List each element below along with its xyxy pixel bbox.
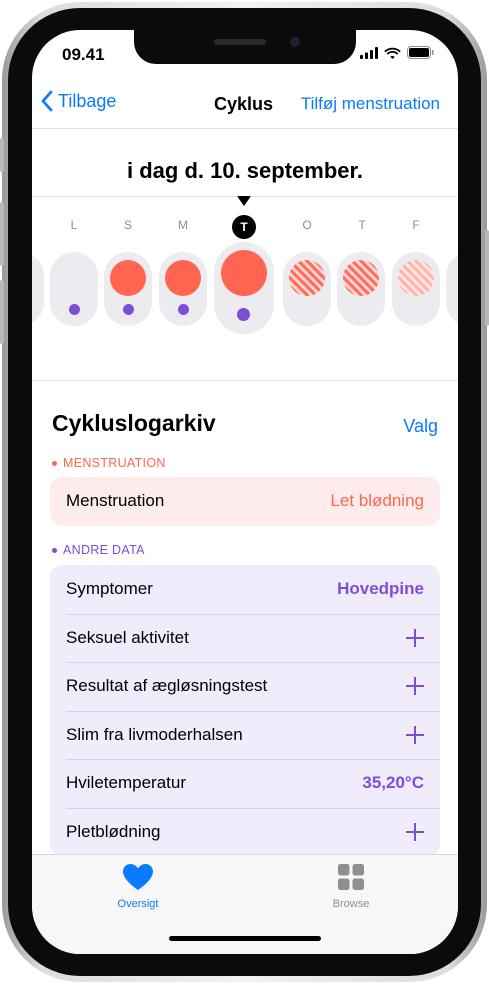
- tab-browse-label: Browse: [332, 898, 370, 910]
- chevron-left-icon: [41, 90, 53, 112]
- other-data-dot: [123, 304, 134, 315]
- back-button[interactable]: Tilbage: [40, 90, 116, 112]
- notch: [134, 30, 356, 64]
- row-label: Symptomer: [66, 579, 153, 599]
- cervical-mucus-row[interactable]: Slim fra livmoderhalsen: [50, 710, 440, 760]
- silent-switch: [0, 138, 4, 172]
- day-letter: S: [123, 218, 132, 232]
- predicted-flow-mark: [289, 260, 325, 296]
- symptoms-row[interactable]: Symptomer Hovedpine: [50, 565, 440, 614]
- menstruation-flow-mark: [110, 260, 146, 296]
- battery-icon: [407, 46, 434, 59]
- predicted-flow-mark: [343, 260, 379, 296]
- other-data-dot: [178, 304, 189, 315]
- grid-icon: [338, 864, 364, 890]
- status-icons: [360, 46, 434, 59]
- menstruation-flow-mark: [165, 260, 201, 296]
- home-indicator[interactable]: [169, 936, 321, 941]
- back-label: Tilbage: [58, 90, 117, 111]
- row-value: 35,20°C: [362, 773, 424, 793]
- sexual-activity-row[interactable]: Seksuel aktivitet: [50, 613, 440, 663]
- heart-icon: [123, 864, 153, 890]
- other-data-section-label: ANDRE DATA: [63, 543, 145, 557]
- status-time: 09.41: [62, 45, 105, 64]
- menstruation-flow-mark: [221, 250, 267, 296]
- day-letter: T: [358, 218, 366, 232]
- row-label: Pletblødning: [66, 821, 161, 841]
- other-data-dot: [237, 308, 250, 321]
- spotting-row[interactable]: Pletblødning: [50, 807, 440, 857]
- day-letter: F: [412, 218, 420, 232]
- bullet-dot: [52, 460, 57, 466]
- day-pill-sunday[interactable]: [159, 252, 207, 326]
- bullet-dot: [52, 547, 57, 553]
- day-pill-partial-right[interactable]: [446, 252, 458, 326]
- camera: [290, 37, 300, 47]
- navigation-bar: Tilbage Cyklus Tilføj menstruation: [32, 86, 458, 126]
- today-badge: T: [232, 215, 256, 239]
- plus-icon[interactable]: [406, 628, 424, 647]
- row-label: Slim fra livmoderhalsen: [66, 724, 243, 744]
- volume-up-button: [0, 202, 4, 266]
- day-letter: O: [302, 218, 312, 232]
- speaker: [214, 39, 266, 45]
- menstruation-section-header: MENSTRUATION: [52, 456, 166, 470]
- day-pill-onsdag[interactable]: [283, 252, 331, 326]
- plus-icon[interactable]: [406, 677, 424, 696]
- today-pointer: [237, 196, 251, 206]
- wifi-icon: [384, 47, 401, 59]
- row-label: Resultat af ægløsningstest: [66, 676, 268, 696]
- cycle-log-title: Cykluslogarkiv: [52, 410, 216, 436]
- other-data-card: Symptomer Hovedpine Seksuel aktivitet Re…: [50, 565, 440, 856]
- row-label: Hviletemperatur: [66, 773, 186, 793]
- signal-icon: [360, 46, 378, 59]
- plus-icon[interactable]: [406, 725, 424, 744]
- tab-browse[interactable]: Browse: [301, 863, 401, 910]
- day-pill-monday[interactable]: [50, 252, 98, 326]
- day-pill-friday[interactable]: [392, 252, 440, 326]
- power-button: [485, 230, 489, 326]
- menstruation-row[interactable]: Menstruation Let blødning: [50, 477, 440, 526]
- tab-summary-label: Oversigt: [117, 898, 159, 910]
- ovulation-test-row[interactable]: Resultat af ægløsningstest: [50, 662, 440, 711]
- row-label: Seksuel aktivitet: [66, 627, 189, 647]
- add-menstruation-button[interactable]: Tilføj menstruation: [301, 94, 440, 114]
- nav-divider: [32, 128, 458, 129]
- options-button[interactable]: Valg: [403, 416, 438, 437]
- screen: 09.41 Tilbage Cyklus Tilføj menstruation…: [32, 30, 458, 954]
- day-pill-today[interactable]: [214, 242, 274, 334]
- day-letter: M: [178, 218, 188, 232]
- day-pill-saturday[interactable]: [104, 252, 152, 326]
- other-data-dot: [69, 304, 80, 315]
- predicted-flow-mark: [398, 260, 434, 296]
- row-value: Hovedpine: [337, 579, 424, 599]
- page-title: Cyklus: [214, 94, 274, 114]
- tab-summary[interactable]: Oversigt: [88, 863, 188, 910]
- row-label: Menstruation: [66, 491, 165, 511]
- menstruation-section-label: MENSTRUATION: [63, 456, 166, 470]
- plus-icon[interactable]: [406, 822, 424, 841]
- day-letter: L: [70, 218, 78, 232]
- day-pill-partial-left[interactable]: [32, 252, 44, 326]
- row-value: Let blødning: [330, 491, 424, 511]
- section-divider: [32, 380, 458, 381]
- day-pill-thursday[interactable]: [337, 252, 385, 326]
- date-heading: i dag d. 10. september.: [127, 158, 363, 183]
- basal-temperature-row[interactable]: Hviletemperatur 35,20°C: [50, 759, 440, 808]
- volume-down-button: [0, 280, 4, 344]
- menstruation-card: Menstruation Let blødning: [50, 477, 440, 526]
- other-data-section-header: ANDRE DATA: [52, 543, 145, 557]
